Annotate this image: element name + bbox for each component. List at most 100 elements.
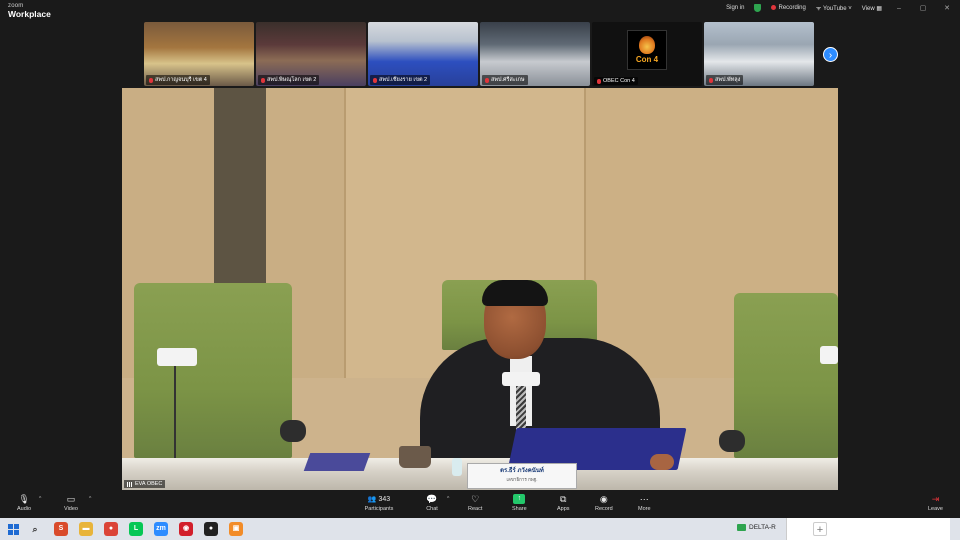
participants-button[interactable]: 👥 343 Participants: [362, 494, 396, 513]
leave-door-icon: ⇥: [931, 494, 940, 504]
chair-left: [134, 283, 292, 458]
muted-mic-icon: [373, 77, 377, 83]
thumbnail-name-tag: สพป.เชียงราย เขต 2: [370, 75, 431, 85]
muted-mic-icon: [149, 77, 153, 83]
security-shield-icon[interactable]: [754, 4, 762, 12]
windows-taskbar: ⌕ S ▬ ● Lzm ◉ ● ▣ DELTA-R +: [0, 518, 960, 540]
main-speaker-video[interactable]: ดร.ธีร์ ภวังคนันท์ เลขาธิการ กพฐ. EVA OB…: [122, 88, 838, 490]
app-dark-icon[interactable]: ●: [204, 522, 218, 536]
line-icon[interactable]: L: [129, 522, 143, 536]
thumbnail-name: สพป.เชียงราย เขต 2: [379, 77, 428, 83]
signal-bars-icon: [127, 481, 133, 487]
obec-con4-logo: Con 4: [627, 30, 667, 70]
thumbnail-tile[interactable]: สพป.กาญจนบุรี เขต 4: [144, 22, 254, 86]
thumbnail-tile[interactable]: สพป.ศรีสะเกษ: [480, 22, 590, 86]
record-button[interactable]: ◉ Record: [595, 494, 613, 512]
maximize-button[interactable]: ▢: [916, 4, 930, 12]
video-label: Video: [64, 506, 78, 512]
video-button[interactable]: ▭ Video: [64, 494, 78, 512]
video-options-caret-icon[interactable]: ^: [89, 496, 91, 502]
speaker-hair: [482, 280, 548, 306]
microphone-badge: [157, 348, 197, 366]
meeting-toolbar: 🎙 Audio ^ ▭ Video ^ 👥 343 Participants 💬…: [0, 490, 960, 518]
minimize-button[interactable]: –: [892, 5, 906, 12]
more-button[interactable]: ⋯ More: [638, 494, 651, 512]
more-label: More: [638, 506, 651, 512]
muted-microphone-icon: 🎙: [18, 493, 30, 504]
speaker-title: เลขาธิการ กพฐ.: [506, 477, 538, 482]
audio-label: Audio: [17, 506, 32, 512]
recording-indicator[interactable]: Recording: [771, 4, 806, 12]
stream-icon: ᯤ: [815, 6, 823, 12]
next-page-arrow-icon[interactable]: ›: [823, 47, 838, 62]
more-dots-icon: ⋯: [639, 493, 649, 504]
chair-right: [734, 293, 838, 458]
muted-mic-icon: [709, 77, 713, 83]
thumbnail-name-tag: สพป.พัทลุง: [706, 75, 744, 85]
windows-start-icon[interactable]: [6, 522, 20, 536]
thumbnail-tile[interactable]: สพป.พัทลุง: [704, 22, 814, 86]
leave-button[interactable]: ⇥ Leave: [928, 494, 943, 512]
chat-bubble-icon: 💬: [426, 493, 438, 504]
speaker-microphone-badge: [502, 372, 540, 386]
chrome-icon[interactable]: ●: [104, 522, 118, 536]
audio-button[interactable]: 🎙 Audio: [17, 494, 31, 512]
taskbar-preview-panel: +: [786, 518, 950, 540]
close-button[interactable]: ✕: [940, 4, 954, 12]
app-red-icon[interactable]: ◉: [179, 522, 193, 536]
files-icon[interactable]: S: [54, 522, 68, 536]
coffee-cup: [399, 446, 431, 468]
chat-button[interactable]: 💬 Chat: [426, 494, 438, 512]
participants-count: 343: [378, 495, 391, 503]
view-menu[interactable]: View ▦: [862, 5, 882, 12]
system-tray-item[interactable]: DELTA-R: [737, 524, 776, 531]
title-bar: zoom Workplace Sign in Recording ᯤ YouTu…: [0, 0, 960, 22]
leave-label: Leave: [928, 506, 943, 512]
app-orange-icon[interactable]: ▣: [229, 522, 243, 536]
react-label: React: [468, 506, 483, 512]
app-brand: zoom Workplace: [8, 3, 51, 19]
thumbnail-name: สพป.พัทลุง: [715, 77, 741, 83]
water-bottle: [452, 458, 462, 476]
muted-mic-icon: [261, 77, 265, 83]
youtube-stream-indicator[interactable]: ᯤ YouTube ˅: [816, 4, 852, 12]
apps-icon: ⧉: [560, 493, 567, 504]
thumbnail-name-tag: สพป.กาญจนบุรี เขต 4: [146, 75, 210, 85]
thumbnail-tile[interactable]: สพป.เชียงราย เขต 2: [368, 22, 478, 86]
thumbnail-name: OBEC Con 4: [603, 78, 635, 84]
thumbnail-tile[interactable]: Con 4 OBEC Con 4: [592, 22, 702, 86]
speaker-hand: [650, 454, 674, 470]
obec-emblem-icon: [639, 36, 655, 54]
share-label: Share: [512, 506, 527, 512]
share-button[interactable]: ↑ Share: [512, 494, 527, 512]
thumbnail-name: สพป.ศรีสะเกษ: [491, 77, 525, 83]
search-icon[interactable]: ⌕: [28, 522, 42, 536]
tray-label: DELTA-R: [749, 524, 776, 531]
video-name-tag: EVA OBEC: [124, 480, 166, 488]
chat-options-caret-icon[interactable]: ^: [447, 496, 449, 502]
title-bar-controls: Sign in Recording ᯤ YouTube ˅ View ▦ – ▢…: [726, 4, 954, 12]
apps-button[interactable]: ⧉ Apps: [557, 494, 570, 512]
recording-label: Recording: [778, 5, 806, 12]
participant-thumbnail-strip: สพป.กาญจนบุรี เขต 4 สพป.พิษณุโลก เขต 2 ส…: [144, 22, 814, 86]
zoom-window: zoom Workplace Sign in Recording ᯤ YouTu…: [0, 0, 960, 540]
brand-workplace: Workplace: [8, 9, 51, 19]
audio-options-caret-icon[interactable]: ^: [39, 496, 41, 502]
desk-papers: [303, 453, 371, 471]
thumbnail-name-tag: สพป.พิษณุโลก เขต 2: [258, 75, 320, 85]
speaker-name: ดร.ธีร์ ภวังคนันท์: [500, 468, 544, 474]
participants-icon: 👥 343: [367, 495, 391, 503]
thumbnail-name: สพป.พิษณุโลก เขต 2: [267, 77, 317, 83]
thumbnail-tile[interactable]: สพป.พิษณุโลก เขต 2: [256, 22, 366, 86]
participants-label: Participants: [364, 506, 394, 512]
folder-icon[interactable]: ▬: [79, 522, 93, 536]
logo-text: Con 4: [635, 55, 659, 64]
zoom-icon[interactable]: zm: [154, 522, 168, 536]
add-icon[interactable]: +: [813, 522, 827, 536]
view-label: View: [861, 5, 875, 12]
recording-dot-icon: [771, 4, 777, 10]
video-camera-icon: ▭: [66, 493, 76, 504]
react-button[interactable]: ♡ React: [468, 494, 482, 512]
sign-in-link[interactable]: Sign in: [726, 5, 744, 11]
muted-mic-icon: [485, 77, 489, 83]
